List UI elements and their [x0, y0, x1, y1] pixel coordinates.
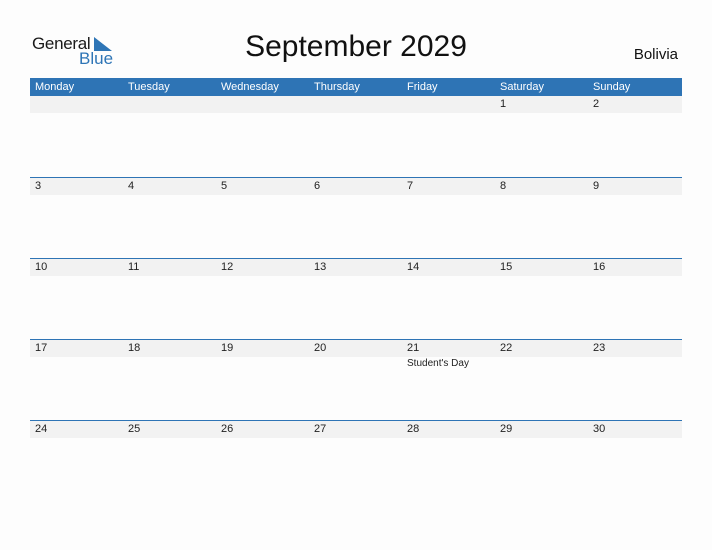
weekday-sunday: Sunday — [593, 81, 631, 93]
day-event — [30, 276, 123, 277]
day-number: 11 — [128, 261, 140, 273]
events-row — [30, 276, 682, 277]
page-title: September 2029 — [245, 30, 467, 63]
day-number — [30, 96, 123, 113]
week-row: 24 25 26 27 28 29 30 — [30, 420, 682, 501]
day-event — [30, 195, 123, 196]
day-number: 18 — [128, 342, 141, 354]
day-event — [402, 276, 495, 277]
day-number: 30 — [593, 423, 606, 435]
day-event — [30, 438, 123, 439]
day-number: 24 — [35, 423, 48, 435]
day-number: 19 — [221, 342, 234, 354]
day-event — [216, 195, 309, 196]
weekday-saturday: Saturday — [500, 81, 545, 93]
day-event — [495, 357, 588, 369]
day-number: 22 — [500, 342, 513, 354]
country-label: Bolivia — [633, 46, 678, 63]
day-event — [495, 438, 588, 439]
day-event — [402, 195, 495, 196]
day-number: 9 — [593, 180, 600, 192]
day-event — [30, 113, 123, 114]
day-number: 8 — [500, 180, 507, 192]
day-number: 20 — [314, 342, 327, 354]
date-strip: 17 18 19 20 21 22 23 — [30, 340, 682, 357]
day-number: 16 — [593, 261, 606, 273]
day-number: 1 — [500, 98, 507, 110]
day-event — [309, 113, 402, 114]
day-number: 5 — [221, 180, 228, 192]
day-number: 2 — [593, 98, 600, 110]
events-row: Student's Day — [30, 357, 682, 369]
date-strip: 12 — [30, 96, 682, 113]
events-row — [30, 195, 682, 196]
day-event — [309, 438, 402, 439]
day-number: 28 — [407, 423, 420, 435]
day-number: 15 — [500, 261, 513, 273]
week-row: 12 — [30, 96, 682, 177]
day-event — [30, 357, 123, 369]
day-event — [216, 113, 309, 114]
day-event — [402, 113, 495, 114]
day-number: 25 — [128, 423, 141, 435]
week-row: 3 4 5 6 7 8 9 — [30, 177, 682, 258]
day-event — [309, 276, 402, 277]
day-event — [123, 113, 216, 114]
day-event — [123, 276, 216, 277]
events-row — [30, 113, 682, 114]
date-strip: 24 25 26 27 28 29 30 — [30, 421, 682, 438]
date-strip: 10 11 12 13 14 15 16 — [30, 259, 682, 276]
day-number: 14 — [407, 261, 420, 273]
day-number: 10 — [35, 261, 48, 273]
day-number: 7 — [407, 180, 414, 192]
week-row: 10 11 12 13 14 15 16 — [30, 258, 682, 339]
day-number: 17 — [35, 342, 48, 354]
day-number: 29 — [500, 423, 513, 435]
day-event — [588, 113, 681, 114]
day-number: 23 — [593, 342, 606, 354]
day-number: 12 — [221, 261, 234, 273]
day-number: 6 — [314, 180, 321, 192]
weekday-wednesday: Wednesday — [221, 81, 279, 93]
day-event — [123, 357, 216, 369]
day-event — [495, 113, 588, 114]
day-number: 26 — [221, 423, 234, 435]
day-event — [588, 276, 681, 277]
day-event — [495, 276, 588, 277]
day-number — [123, 96, 216, 113]
day-number: 13 — [314, 261, 327, 273]
day-number: 3 — [35, 180, 42, 192]
day-number: 27 — [314, 423, 327, 435]
events-row — [30, 438, 682, 439]
calendar-grid: Monday Tuesday Wednesday Thursday Friday… — [30, 78, 682, 501]
weekday-friday: Friday — [407, 81, 438, 93]
day-number — [402, 96, 495, 113]
day-event — [309, 195, 402, 196]
day-event — [588, 195, 681, 196]
day-event — [216, 276, 309, 277]
day-number — [216, 96, 309, 113]
day-number: 4 — [128, 180, 135, 192]
date-strip: 3 4 5 6 7 8 9 — [30, 178, 682, 195]
week-row: 17 18 19 20 21 22 23 Student's Day — [30, 339, 682, 420]
day-number — [309, 96, 402, 113]
day-event — [588, 438, 681, 439]
day-event — [588, 357, 681, 369]
day-event — [123, 438, 216, 439]
day-event — [402, 438, 495, 439]
day-event — [495, 195, 588, 196]
weekday-monday: Monday — [35, 81, 75, 93]
day-event: Student's Day — [407, 358, 469, 369]
day-event — [216, 438, 309, 439]
day-number: 21 — [407, 342, 420, 354]
day-event — [123, 195, 216, 196]
weekday-tuesday: Tuesday — [128, 81, 170, 93]
weekday-header: Monday Tuesday Wednesday Thursday Friday… — [30, 78, 682, 96]
day-event — [309, 357, 402, 369]
day-event — [216, 357, 309, 369]
weekday-thursday: Thursday — [314, 81, 360, 93]
